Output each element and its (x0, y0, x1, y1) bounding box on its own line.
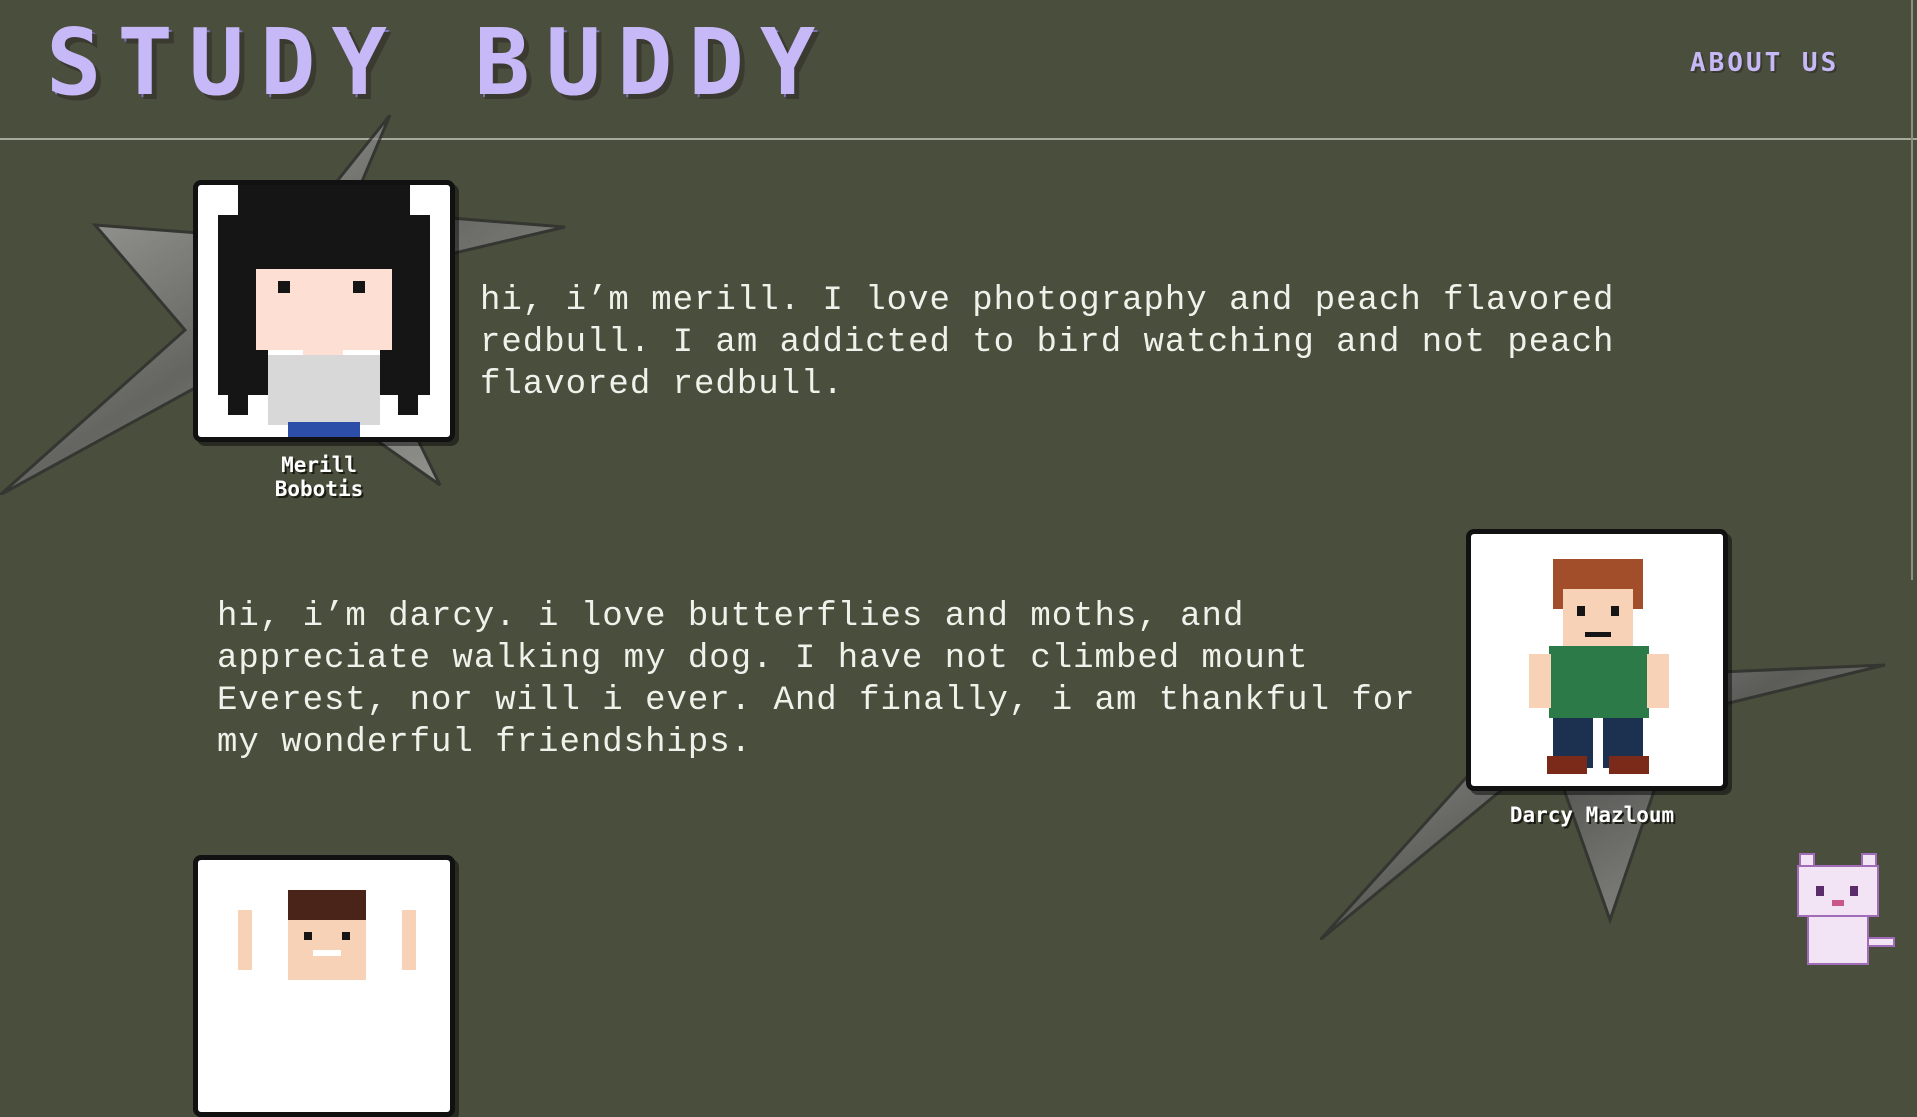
cat-mascot-icon[interactable] (1790, 846, 1900, 966)
member-name-merill: Merill Bobotis (274, 453, 364, 501)
third-pixel-portrait (238, 890, 416, 980)
darcy-pixel-portrait (1529, 559, 1669, 774)
scrollbar[interactable] (1911, 0, 1913, 580)
member-name-darcy: Darcy Mazloum (1509, 803, 1675, 827)
site-logo[interactable]: STUDY BUDDY (46, 8, 831, 118)
avatar-merill (193, 180, 455, 442)
about-us-link[interactable]: ABOUT US (1690, 48, 1839, 78)
avatar-third (193, 855, 455, 1117)
avatar-darcy (1466, 529, 1728, 791)
member-bio-darcy: hi, i’m darcy. i love butterflies and mo… (217, 598, 1416, 762)
merill-pixel-portrait (218, 185, 430, 437)
member-bio-merill: hi, i’m merill. I love photography and p… (480, 282, 1615, 404)
